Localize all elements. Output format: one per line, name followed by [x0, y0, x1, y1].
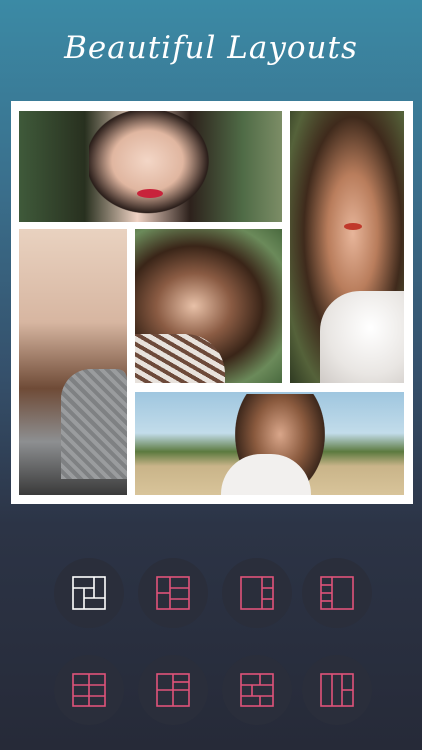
- layout-button-5[interactable]: [54, 655, 124, 725]
- layout-bricks-icon: [240, 673, 274, 707]
- portrait-lips: [137, 189, 163, 198]
- collage-photo-3[interactable]: [19, 229, 127, 495]
- layout-button-8[interactable]: [302, 655, 372, 725]
- collage-photo-4[interactable]: [135, 229, 282, 383]
- collage-photo-5[interactable]: [135, 392, 404, 495]
- layout-left-tall-three-right-alt-icon: [240, 576, 274, 610]
- layout-left-tall-three-right-icon: [156, 576, 190, 610]
- portrait-lips: [344, 223, 362, 230]
- layout-button-2[interactable]: [138, 558, 208, 628]
- portrait-sweater-sleeve: [61, 369, 127, 479]
- portrait-dress: [320, 291, 404, 383]
- layout-button-6[interactable]: [138, 655, 208, 725]
- collage-photo-1[interactable]: [19, 111, 282, 222]
- layout-two-by-two-plus-icon: [156, 673, 190, 707]
- layout-grid-2x3-icon: [72, 673, 106, 707]
- photo-collage: [11, 101, 413, 504]
- collage-photo-2[interactable]: [290, 111, 404, 383]
- layout-button-3[interactable]: [222, 558, 292, 628]
- layout-two-column-four-right-icon: [320, 576, 354, 610]
- page-title: Beautiful Layouts: [64, 30, 358, 66]
- portrait-face: [89, 111, 219, 222]
- layout-button-1[interactable]: [54, 558, 124, 628]
- layout-pinwheel-icon: [72, 576, 106, 610]
- layout-button-7[interactable]: [222, 655, 292, 725]
- layout-button-4[interactable]: [302, 558, 372, 628]
- portrait-top: [135, 334, 225, 383]
- layout-column-split-icon: [320, 673, 354, 707]
